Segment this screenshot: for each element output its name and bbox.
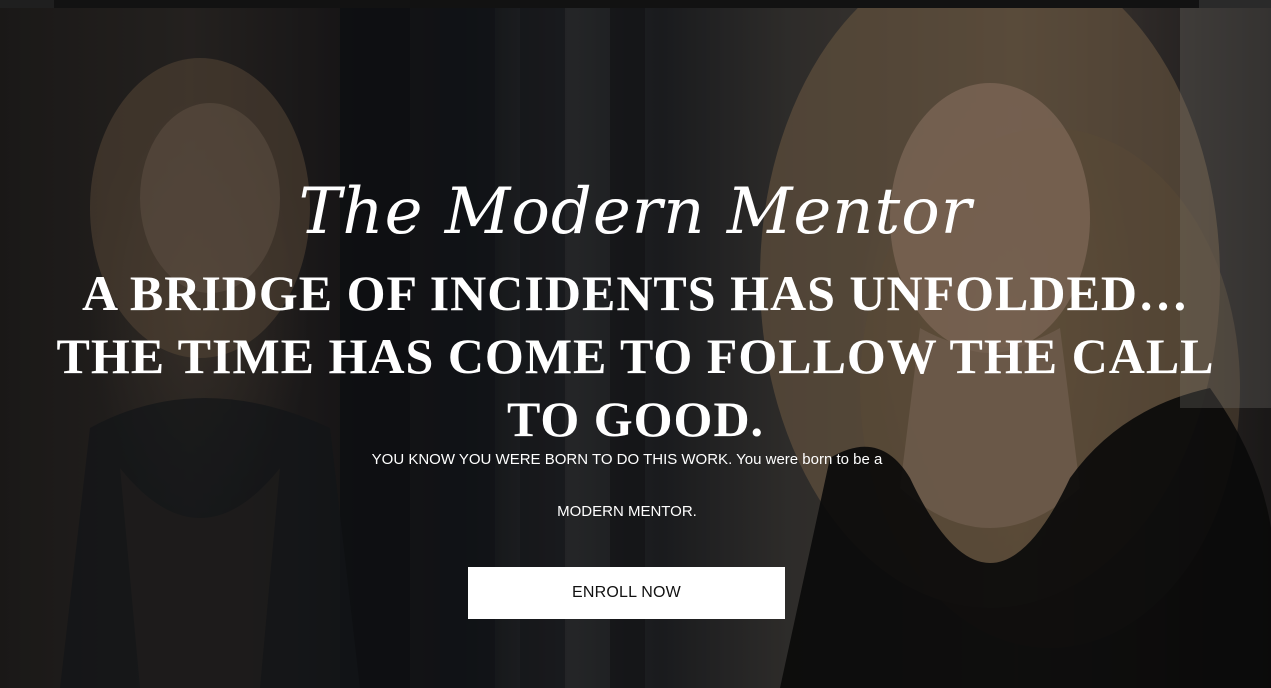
script-title: The Modern Mentor [298, 175, 973, 249]
hero-subtext-line2: MODERN MENTOR. [557, 503, 697, 520]
enroll-now-button[interactable]: ENROLL NOW [468, 567, 785, 619]
top-nav-bar [0, 0, 1271, 8]
hero-subtext-line1: YOU KNOW YOU WERE BORN TO DO THIS WORK. … [371, 451, 883, 468]
top-bar-right-segment [1199, 0, 1271, 8]
hero-content: The Modern Mentor A Bridge of Incidents … [0, 8, 1271, 688]
top-bar-left-segment [0, 0, 54, 8]
hero-headline: A Bridge of Incidents has unfolded…the t… [56, 265, 1215, 447]
